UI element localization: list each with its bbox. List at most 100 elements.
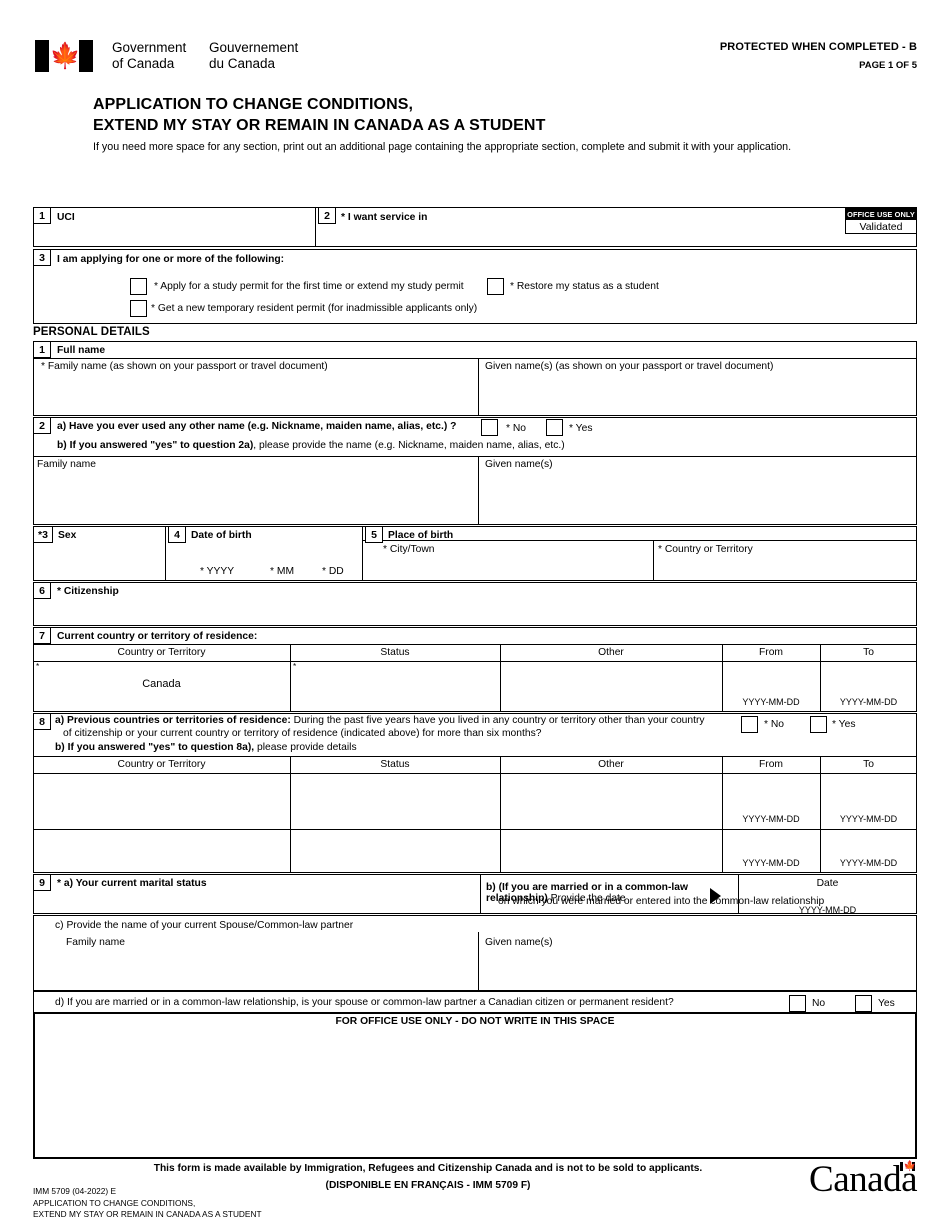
government-of-canada-flag-logo: 🍁 [35, 40, 93, 72]
pr-row1-other[interactable] [506, 777, 716, 825]
canada-wordmark: Canada 🍁 [809, 1158, 917, 1201]
pob-country-input[interactable] [658, 560, 908, 578]
previous-residence-question-a: a) Previous countries or territories of … [55, 715, 735, 726]
question-number-pd-2: 2 [33, 417, 51, 434]
page-header: 🍁 Government of Canada Gouvernement du C… [0, 0, 950, 200]
spouse-given-name-label: Given name(s) [485, 937, 553, 948]
pr-col-from-header: From [758, 759, 784, 770]
applying-for-label: I am applying for one or more of the fol… [57, 254, 285, 265]
pob-city-input[interactable] [383, 560, 643, 578]
marital-status-input[interactable] [57, 894, 467, 912]
divider-marital-a-b [480, 874, 482, 914]
validated-status-badge: Validated [859, 220, 903, 233]
checkbox-previous-residence-no[interactable] [741, 716, 758, 733]
divider-other-names [33, 456, 917, 458]
divider-pr-rows [33, 829, 917, 831]
dob-dd-input[interactable] [322, 546, 357, 564]
page-title: APPLICATION TO CHANGE CONDITIONS, EXTEND… [93, 94, 545, 136]
checkbox-restore-status[interactable] [487, 278, 504, 295]
pr-row1-status[interactable] [296, 777, 494, 825]
pr-row1-to-hint: YYYY-MM-DD [839, 814, 898, 824]
service-language-input[interactable] [341, 228, 641, 244]
sex-input[interactable] [40, 550, 158, 576]
spouse-family-name-label: Family name [66, 937, 125, 948]
divider-pr-col2 [500, 756, 502, 873]
place-of-birth-label: Place of birth [388, 530, 454, 541]
checkbox-other-names-yes[interactable] [546, 419, 563, 436]
pr-row2-country[interactable] [40, 833, 284, 873]
cr-row-from-value[interactable] [726, 664, 816, 690]
date-of-birth-label: Date of birth [191, 530, 252, 541]
office-use-only-title: FOR OFFICE USE ONLY - DO NOT WRITE IN TH… [335, 1016, 615, 1027]
divider-spouse-family-given [478, 932, 480, 991]
checkbox-apply-study-permit[interactable] [130, 278, 147, 295]
question-number-pd-5: 5 [365, 526, 383, 543]
current-residence-label: Current country or territory of residenc… [57, 631, 258, 642]
canada-wordmark-flag-icon: 🍁 [900, 1161, 916, 1172]
pr-row1-country[interactable] [40, 777, 284, 825]
uci-input[interactable] [57, 228, 307, 244]
checkbox-spouse-citizen-yes[interactable] [855, 995, 872, 1012]
footer-form-id-line3: EXTEND MY STAY OR REMAIN IN CANADA AS A … [33, 1209, 262, 1219]
question-number-pd-9: 9 [33, 874, 51, 891]
checkbox-previous-residence-yes[interactable] [810, 716, 827, 733]
checkbox-other-names-yes-label: * Yes [569, 423, 593, 434]
prev-res-a-rest: During the past five years have you live… [290, 715, 705, 726]
dob-yyyy-hint: * YYYY [200, 566, 235, 577]
cr-col-status-header: Status [380, 647, 410, 658]
checkbox-previous-residence-no-label: * No [764, 719, 785, 730]
divider-family-given [478, 358, 480, 416]
footer-form-id-line1: IMM 5709 (04-2022) E [33, 1186, 117, 1196]
cr-row-country-value[interactable]: Canada [33, 678, 290, 690]
pob-city-label: * City/Town [383, 544, 435, 555]
spouse-family-name-input[interactable] [66, 954, 466, 986]
pr-col-other-header: Other [598, 759, 624, 770]
question-number-3: 3 [33, 249, 51, 266]
question-number-pd-7: 7 [33, 627, 51, 644]
cr-row-status-value[interactable] [296, 664, 494, 706]
form-title-line1: APPLICATION TO CHANGE CONDITIONS, [93, 96, 414, 113]
question-number-1: 1 [33, 207, 51, 224]
sex-label: Sex [58, 530, 77, 541]
cr-from-hint: YYYY-MM-DD [742, 697, 800, 707]
spouse-given-name-input[interactable] [485, 954, 905, 986]
previous-residence-question-b: b) If you answered "yes" to question 8a)… [55, 742, 357, 753]
checkbox-restore-status-label: * Restore my status as a student [510, 281, 659, 292]
checkbox-spouse-citizen-no-label: No [812, 998, 826, 1009]
other-family-name-input[interactable] [37, 476, 467, 520]
government-wordmark-text: Government of Canada Gouvernement du Can… [112, 40, 298, 72]
pr-row1-from[interactable] [726, 777, 816, 805]
checkbox-apply-study-permit-label: * Apply for a study permit for the first… [154, 281, 464, 292]
pr-row1-to[interactable] [824, 777, 914, 805]
other-names-b-bold: b) If you answered "yes" to question 2a) [57, 440, 254, 451]
pr-row2-from-hint: YYYY-MM-DD [742, 858, 800, 868]
dob-mm-input[interactable] [270, 546, 315, 564]
protected-marking: PROTECTED WHEN COMPLETED - B [719, 41, 917, 53]
question-number-pd-8: 8 [33, 713, 51, 730]
cr-row-other-value[interactable] [506, 664, 716, 706]
given-name-input[interactable] [485, 378, 905, 412]
pr-row2-from[interactable] [726, 833, 816, 857]
checkbox-spouse-citizen-no[interactable] [789, 995, 806, 1012]
divider-city-country [653, 540, 655, 581]
dob-yyyy-input[interactable] [200, 546, 260, 564]
cr-row-to-value[interactable] [824, 664, 914, 690]
pr-row1-from-hint: YYYY-MM-DD [742, 814, 800, 824]
pr-row2-other[interactable] [506, 833, 716, 873]
citizenship-input[interactable] [57, 604, 657, 622]
service-language-label: * I want service in [341, 212, 428, 223]
cr-to-hint: YYYY-MM-DD [839, 697, 898, 707]
checkbox-spouse-citizen-yes-label: Yes [878, 998, 895, 1009]
question-number-pd-3: *3 [33, 526, 53, 543]
pr-row2-status[interactable] [296, 833, 494, 873]
other-given-name-input[interactable] [485, 476, 905, 520]
footer-form-id: IMM 5709 (04-2022) E APPLICATION TO CHAN… [33, 1186, 262, 1221]
marital-date-label: Date [816, 878, 839, 889]
pr-row2-to[interactable] [824, 833, 914, 857]
dob-mm-hint: * MM [270, 566, 295, 577]
family-name-input[interactable] [41, 378, 461, 412]
checkbox-temporary-resident-permit[interactable] [130, 300, 147, 317]
checkbox-other-names-no[interactable] [481, 419, 498, 436]
prev-res-a-bold: a) Previous countries or territories of … [55, 715, 291, 726]
uci-label: UCI [57, 212, 75, 223]
